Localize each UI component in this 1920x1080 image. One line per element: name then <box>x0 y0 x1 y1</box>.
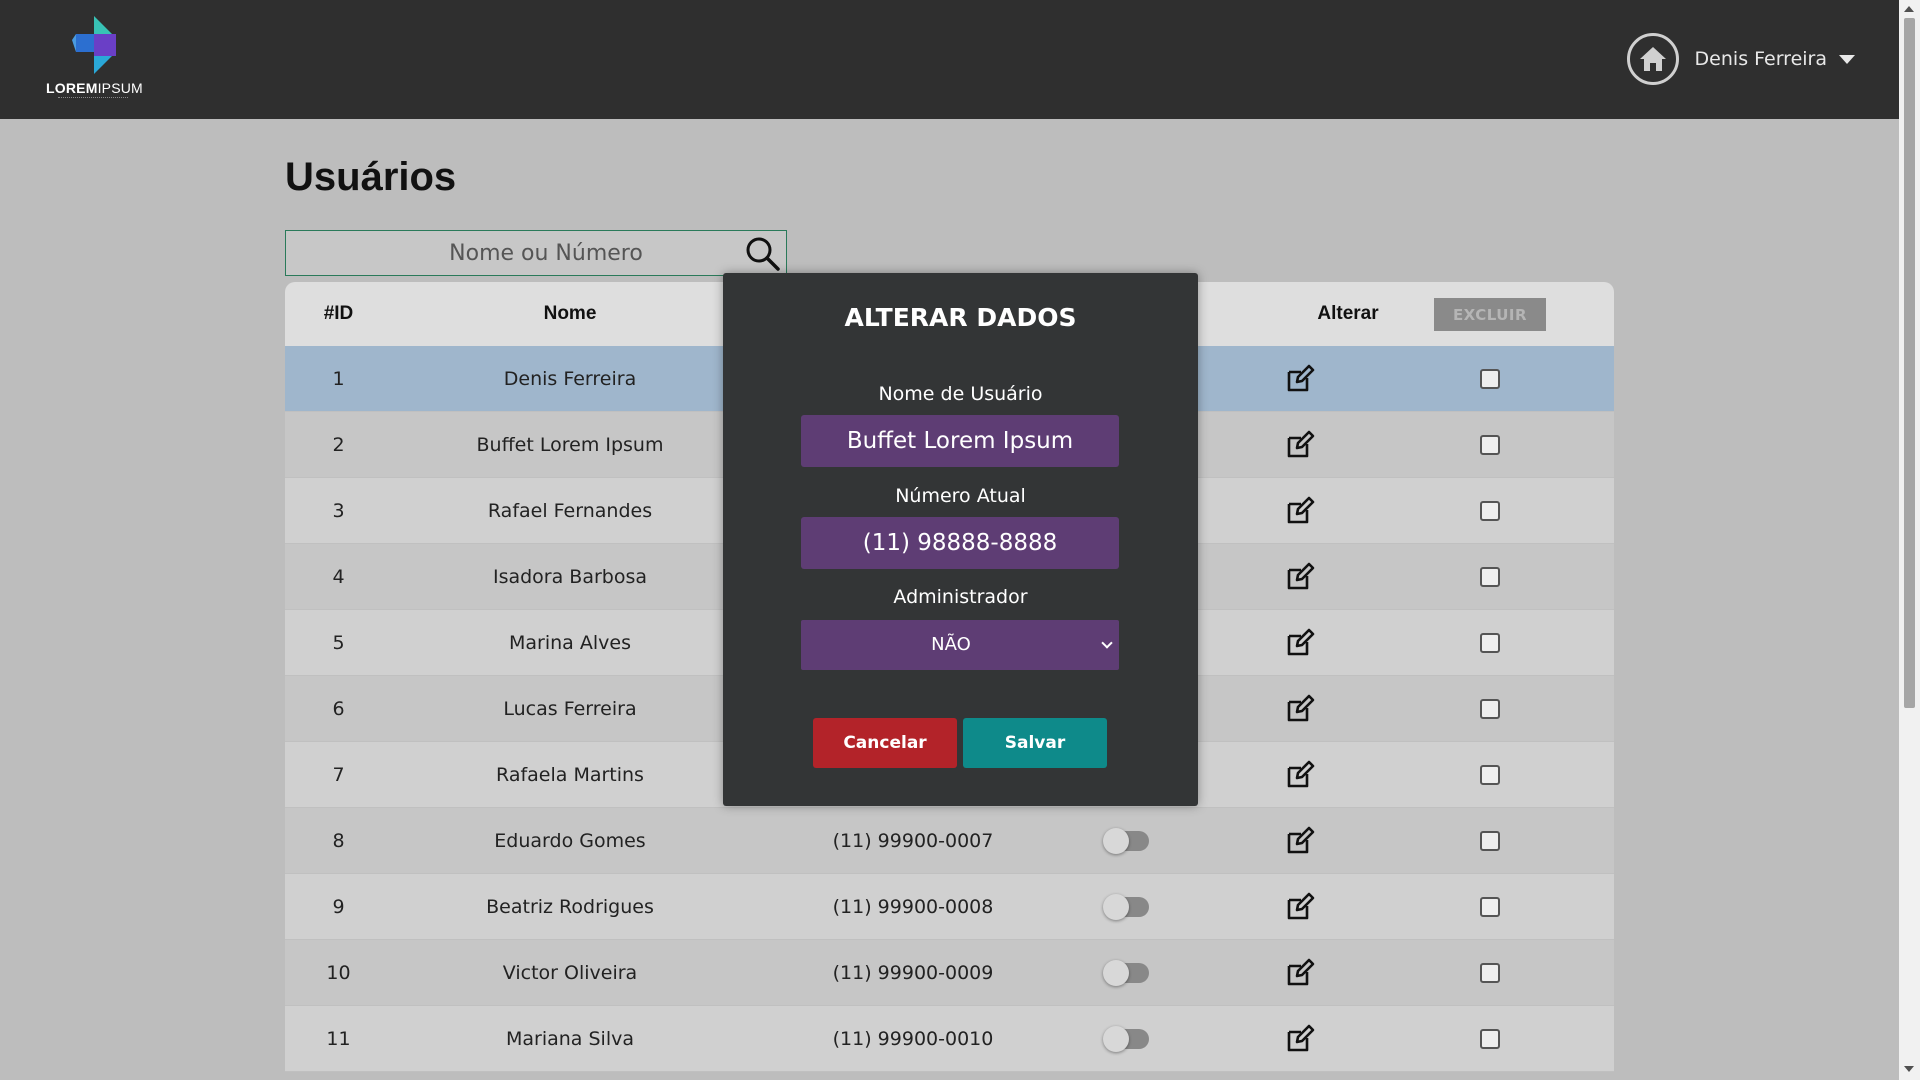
username-label: Nome de Usuário <box>878 383 1043 405</box>
row-phone: (11) 99900-0009 <box>832 962 994 984</box>
search-icon[interactable] <box>744 235 782 273</box>
toggle-knob <box>1103 828 1129 854</box>
row-name: Rafael Fernandes <box>487 500 653 522</box>
table-row[interactable]: 10 Victor Oliveira (11) 99900-0009 <box>285 940 1614 1006</box>
scroll-up-icon[interactable] <box>1904 6 1914 12</box>
row-name: Isadora Barbosa <box>492 566 648 588</box>
admin-select-value: NÃO <box>931 634 971 655</box>
row-checkbox[interactable] <box>1480 831 1500 851</box>
page-scrollbar[interactable] <box>1899 0 1920 1080</box>
row-name: Lucas Ferreira <box>503 698 637 720</box>
row-name: Beatriz Rodrigues <box>486 896 654 918</box>
row-id: 11 <box>326 1028 351 1050</box>
page-title: Usuários <box>285 155 457 199</box>
row-name: Victor Oliveira <box>502 962 638 984</box>
phone-label: Número Atual <box>895 485 1026 507</box>
delete-button[interactable]: EXCLUIR <box>1434 298 1546 331</box>
row-checkbox[interactable] <box>1480 897 1500 917</box>
row-id: 2 <box>332 434 345 456</box>
table-row[interactable]: 9 Beatriz Rodrigues (11) 99900-0008 <box>285 874 1614 940</box>
row-name: Buffet Lorem Ipsum <box>476 434 664 456</box>
admin-select[interactable]: NÃO <box>801 620 1119 670</box>
row-checkbox[interactable] <box>1480 765 1500 785</box>
row-phone: (11) 99900-0007 <box>832 830 994 852</box>
row-name: Marina Alves <box>509 632 631 654</box>
user-menu[interactable]: Denis Ferreira <box>1626 32 1855 86</box>
header-name: Nome <box>543 303 597 324</box>
row-checkbox[interactable] <box>1480 963 1500 983</box>
logo-text: LOREMIPSUM <box>46 80 143 96</box>
edit-icon[interactable] <box>1285 958 1315 988</box>
row-id: 7 <box>332 764 345 786</box>
edit-icon[interactable] <box>1285 364 1315 394</box>
toggle-knob <box>1103 960 1129 986</box>
edit-icon[interactable] <box>1285 1024 1315 1054</box>
table-row[interactable]: 8 Eduardo Gomes (11) 99900-0007 <box>285 808 1614 874</box>
row-id: 10 <box>326 962 351 984</box>
home-icon[interactable] <box>1626 33 1679 85</box>
modal-title: ALTERAR DADOS <box>844 303 1077 332</box>
edit-icon[interactable] <box>1285 826 1315 856</box>
toggle-knob <box>1103 894 1129 920</box>
row-id: 3 <box>332 500 345 522</box>
edit-icon[interactable] <box>1285 430 1315 460</box>
row-id: 4 <box>332 566 345 588</box>
logo-tagline <box>58 97 128 99</box>
brand-logo[interactable]: LOREMIPSUM <box>44 14 144 104</box>
row-phone: (11) 99900-0010 <box>832 1028 994 1050</box>
row-checkbox[interactable] <box>1480 633 1500 653</box>
save-button[interactable]: Salvar <box>963 718 1107 768</box>
cancel-button[interactable]: Cancelar <box>813 718 957 768</box>
edit-user-modal: ALTERAR DADOS Nome de Usuário Número Atu… <box>723 273 1198 806</box>
row-id: 6 <box>332 698 345 720</box>
table-row[interactable]: 11 Mariana Silva (11) 99900-0010 <box>285 1006 1614 1072</box>
toggle-knob <box>1103 1026 1129 1052</box>
admin-toggle[interactable] <box>1103 1026 1149 1052</box>
row-checkbox[interactable] <box>1480 435 1500 455</box>
edit-icon[interactable] <box>1285 628 1315 658</box>
edit-icon[interactable] <box>1285 694 1315 724</box>
edit-icon[interactable] <box>1285 892 1315 922</box>
chevron-down-icon[interactable] <box>1839 54 1855 64</box>
scroll-down-icon[interactable] <box>1904 1066 1914 1072</box>
row-id: 5 <box>332 632 345 654</box>
top-navbar: LOREMIPSUM Denis Ferreira <box>0 0 1899 119</box>
row-checkbox[interactable] <box>1480 501 1500 521</box>
row-checkbox[interactable] <box>1480 699 1500 719</box>
scroll-thumb[interactable] <box>1904 18 1915 708</box>
row-checkbox[interactable] <box>1480 1029 1500 1049</box>
row-name: Denis Ferreira <box>503 368 637 390</box>
row-id: 1 <box>332 368 345 390</box>
username-field[interactable] <box>801 415 1119 467</box>
edit-icon[interactable] <box>1285 496 1315 526</box>
header-edit: Alterar <box>1317 303 1379 324</box>
row-phone: (11) 99900-0008 <box>832 896 994 918</box>
header-id: #ID <box>323 303 354 324</box>
edit-icon[interactable] <box>1285 562 1315 592</box>
user-name[interactable]: Denis Ferreira <box>1695 48 1827 70</box>
search-box <box>285 230 787 276</box>
edit-icon[interactable] <box>1285 760 1315 790</box>
row-id: 9 <box>332 896 345 918</box>
search-input[interactable] <box>286 231 726 275</box>
admin-toggle[interactable] <box>1103 960 1149 986</box>
row-checkbox[interactable] <box>1480 567 1500 587</box>
logo-icon <box>72 16 116 74</box>
row-checkbox[interactable] <box>1480 369 1500 389</box>
row-name: Mariana Silva <box>506 1028 634 1050</box>
phone-field[interactable] <box>801 517 1119 569</box>
admin-toggle[interactable] <box>1103 828 1149 854</box>
chevron-down-icon <box>1101 637 1113 649</box>
row-id: 8 <box>332 830 345 852</box>
admin-toggle[interactable] <box>1103 894 1149 920</box>
row-name: Eduardo Gomes <box>494 830 646 852</box>
admin-label: Administrador <box>893 586 1028 608</box>
row-name: Rafaela Martins <box>496 764 644 786</box>
